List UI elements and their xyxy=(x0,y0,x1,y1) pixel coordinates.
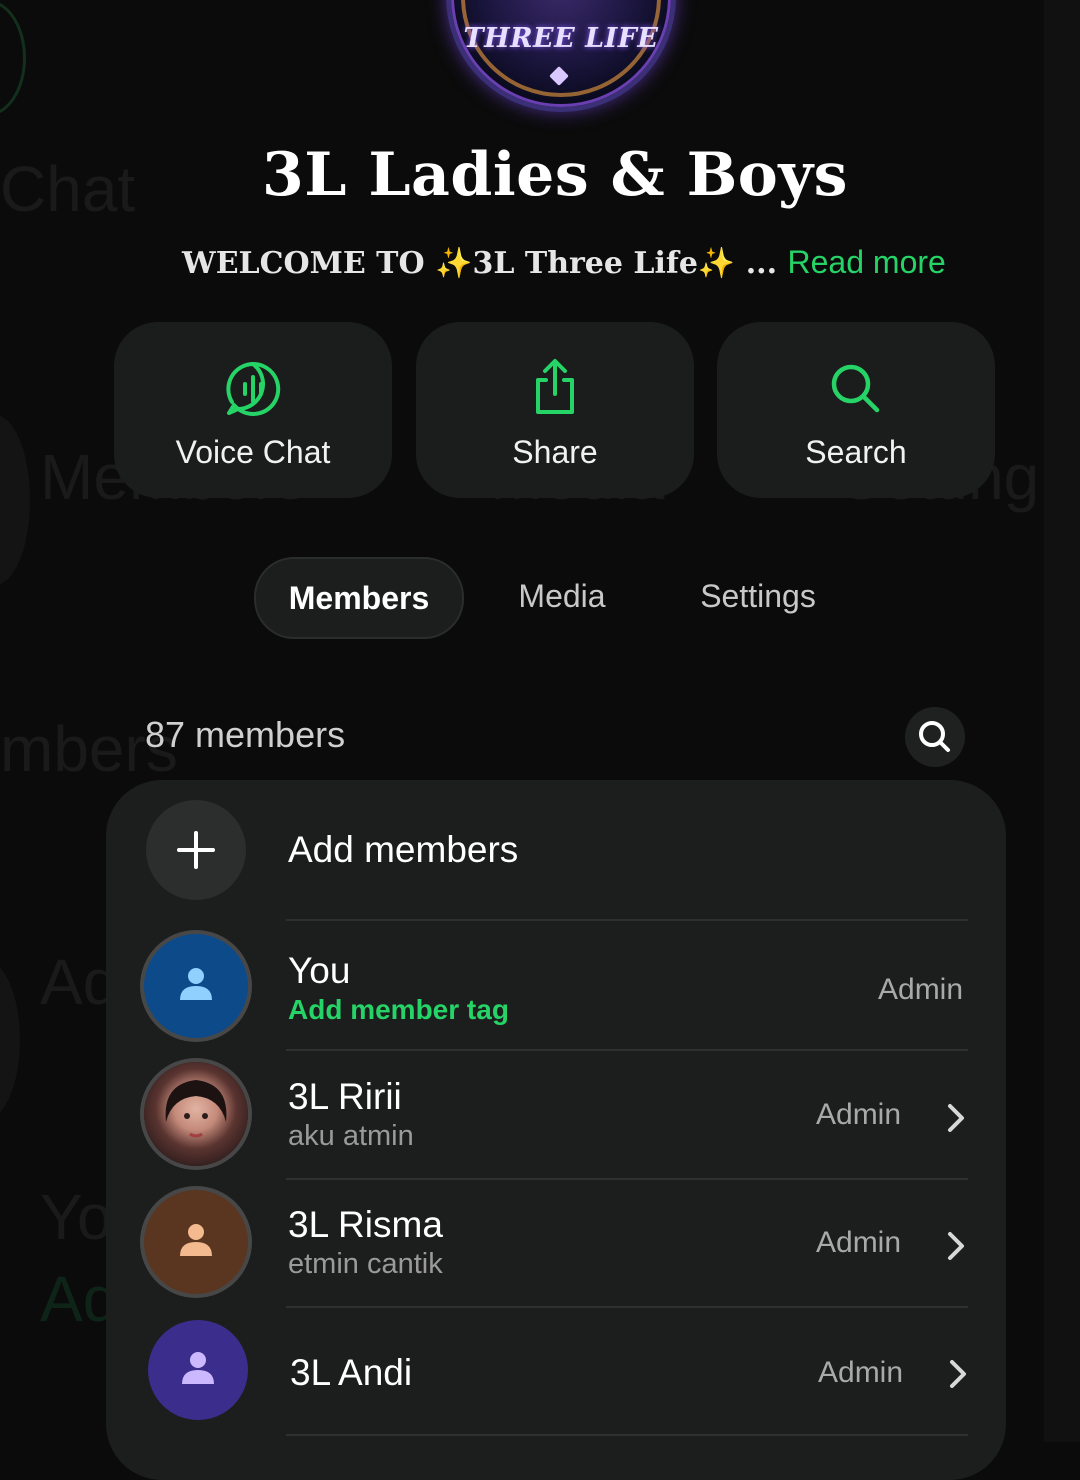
search-icon xyxy=(919,721,950,752)
tab-media[interactable]: Media xyxy=(490,557,634,635)
voice-chat-label: Voice Chat xyxy=(175,434,331,470)
chevron-right-icon xyxy=(948,1104,964,1132)
members-list: Add members You Add member tag Admin 3L … xyxy=(106,780,1006,1480)
avatar xyxy=(144,934,248,1038)
share-button[interactable]: Share xyxy=(416,322,694,498)
person-icon xyxy=(180,1224,212,1256)
avatar xyxy=(144,1190,248,1294)
member-row[interactable]: 3L Risma etmin cantik Admin xyxy=(106,1190,1006,1300)
member-row[interactable]: 3L Andi Admin xyxy=(106,1320,1006,1430)
profile-photo xyxy=(165,1080,227,1138)
search-button[interactable]: Search xyxy=(717,322,995,498)
description-name: 3L Three Life xyxy=(472,246,698,281)
tab-settings[interactable]: Settings xyxy=(672,557,844,635)
plus-icon xyxy=(177,831,215,869)
sparkles-icon: ✨ xyxy=(697,246,736,281)
member-subtitle: etmin cantik xyxy=(288,1248,443,1280)
chevron-right-icon xyxy=(948,1232,964,1260)
voice-chat-icon xyxy=(114,358,392,416)
add-member-tag-link[interactable]: Add member tag xyxy=(288,994,509,1026)
person-icon xyxy=(180,968,212,1000)
member-row[interactable]: 3L Ririi aku atmin Admin xyxy=(106,1062,1006,1172)
group-logo[interactable]: THREE LIFE xyxy=(446,0,676,112)
background-ghost-shape xyxy=(0,0,26,116)
background-edge xyxy=(1044,0,1080,1442)
divider xyxy=(286,919,968,921)
member-row[interactable]: You Add member tag Admin xyxy=(106,934,1006,1044)
divider xyxy=(286,1434,968,1436)
sparkles-icon: ✨ xyxy=(435,246,473,281)
chevron-right-icon xyxy=(950,1360,966,1388)
divider xyxy=(286,1306,968,1308)
share-icon xyxy=(416,358,694,414)
tab-members[interactable]: Members xyxy=(254,557,464,639)
member-name: 3L Andi xyxy=(290,1352,413,1393)
group-description[interactable]: WELCOME TO ✨3L Three Life✨ ... Read more xyxy=(182,244,946,281)
add-members-label: Add members xyxy=(288,829,519,870)
divider xyxy=(286,1049,968,1051)
voice-chat-button[interactable]: Voice Chat xyxy=(114,322,392,498)
add-members-row[interactable]: Add members xyxy=(106,800,1006,904)
background-ghost-shape xyxy=(0,960,20,1120)
description-ellipsis: ... xyxy=(735,246,778,281)
logo-wordmark: THREE LIFE xyxy=(463,23,659,54)
member-role: Admin xyxy=(816,1098,902,1131)
read-more-link[interactable]: Read more xyxy=(788,244,946,280)
member-subtitle: aku atmin xyxy=(288,1120,414,1152)
member-name: 3L Risma xyxy=(288,1204,443,1245)
member-name: 3L Ririi xyxy=(288,1076,402,1117)
members-count: 87 members xyxy=(145,714,346,755)
person-icon xyxy=(182,1352,214,1384)
search-label: Search xyxy=(805,434,907,470)
avatar xyxy=(144,1062,248,1166)
avatar xyxy=(148,1320,248,1420)
member-role: Admin xyxy=(818,1356,904,1389)
tab-bar: Members Media Settings xyxy=(0,557,1080,639)
member-role: Admin xyxy=(878,973,964,1006)
group-title: 3L Ladies & Boys xyxy=(262,140,848,210)
members-search-button[interactable] xyxy=(905,707,965,767)
divider xyxy=(286,1178,968,1180)
member-role: Admin xyxy=(816,1226,902,1259)
search-icon xyxy=(717,358,995,414)
share-label: Share xyxy=(512,434,598,470)
add-member-button[interactable] xyxy=(146,800,246,900)
member-name: You xyxy=(288,950,351,991)
description-prefix: WELCOME TO xyxy=(182,246,436,281)
